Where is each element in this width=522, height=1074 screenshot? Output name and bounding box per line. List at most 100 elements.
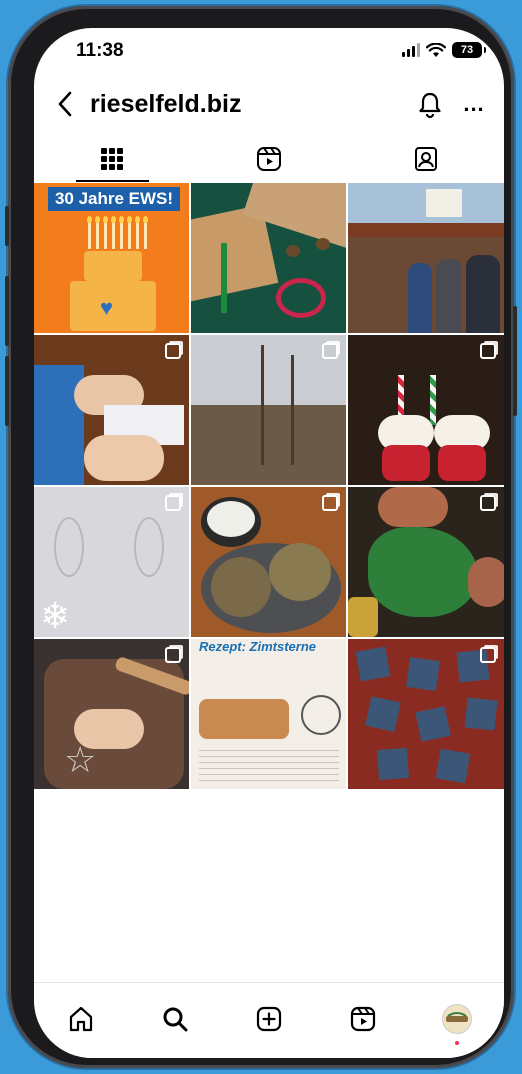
hand	[378, 487, 448, 527]
card	[365, 696, 401, 732]
person	[466, 255, 500, 333]
card	[415, 706, 451, 742]
tree	[261, 345, 264, 465]
walnut	[316, 238, 330, 250]
card	[464, 697, 498, 731]
cellular-signal-icon	[402, 43, 420, 57]
nav-add-post[interactable]	[251, 1001, 287, 1037]
jar	[348, 597, 378, 637]
post-tile[interactable]	[348, 335, 504, 485]
multiple-posts-icon	[480, 647, 496, 663]
dumpling	[211, 557, 271, 617]
profile-logo-icon	[446, 1012, 468, 1022]
boot	[438, 445, 486, 481]
home-icon	[69, 1006, 93, 1032]
tab-reels[interactable]	[191, 136, 348, 182]
post-tile[interactable]: ❄	[34, 487, 189, 637]
card	[355, 646, 391, 682]
phone-frame: 11:38 73 rieselfeld.biz ... 30 Jahre EWS…	[5, 6, 517, 1068]
ribbon	[221, 243, 227, 313]
recipe-title: Rezept: Zimtsterne	[199, 639, 317, 654]
power-button	[513, 306, 517, 416]
boot	[382, 445, 430, 481]
screen: 11:38 73 rieselfeld.biz ... 30 Jahre EWS…	[34, 28, 504, 1058]
footprint	[134, 517, 164, 577]
multiple-posts-icon	[165, 647, 181, 663]
recipe-text	[199, 745, 339, 785]
profile-tabs	[34, 136, 504, 182]
nav-reels[interactable]	[345, 1001, 381, 1037]
cake-top	[84, 251, 142, 281]
stall-roof	[348, 223, 504, 237]
post-tile[interactable]: Rezept: Zimtsterne	[191, 639, 346, 789]
person	[436, 259, 462, 333]
post-tile[interactable]	[191, 183, 346, 333]
multiple-posts-icon	[322, 495, 338, 511]
post-tile[interactable]: ☆	[34, 639, 189, 789]
post-tile[interactable]	[348, 183, 504, 333]
candles	[87, 216, 148, 249]
basil	[368, 527, 478, 617]
twine-roll	[276, 278, 326, 318]
avatar	[442, 1004, 472, 1034]
status-bar: 11:38 73	[34, 28, 504, 74]
status-time: 11:38	[76, 40, 124, 61]
add-post-icon	[256, 1006, 282, 1032]
chevron-left-icon	[58, 91, 72, 117]
stamp-logo	[301, 695, 341, 735]
post-tile[interactable]	[191, 487, 346, 637]
bottom-nav	[34, 982, 504, 1058]
status-icons: 73	[402, 42, 486, 58]
more-options-button[interactable]: ...	[458, 88, 490, 120]
notifications-button[interactable]	[414, 88, 446, 120]
heart-icon: ♥	[100, 295, 114, 320]
post-tile[interactable]: 30 Jahre EWS! ♥	[34, 183, 189, 333]
dumpling	[269, 543, 331, 601]
walnut	[286, 245, 300, 257]
multiple-posts-icon	[480, 343, 496, 359]
volume-up-button	[5, 276, 9, 346]
post-tile[interactable]	[348, 487, 504, 637]
card	[406, 657, 440, 691]
star-cutter: ☆	[64, 739, 97, 780]
battery-indicator: 73	[452, 42, 486, 58]
snowflake-icon: ❄	[40, 595, 71, 636]
post-tile[interactable]	[191, 335, 346, 485]
multiple-posts-icon	[480, 495, 496, 511]
footprint	[54, 517, 84, 577]
wifi-icon	[426, 42, 446, 57]
profile-header: rieselfeld.biz ...	[34, 80, 504, 130]
post-tile[interactable]	[348, 639, 504, 789]
tagged-person-icon	[414, 147, 437, 171]
multiple-posts-icon	[165, 343, 181, 359]
side-button	[5, 206, 9, 246]
card	[435, 748, 471, 784]
nav-profile[interactable]	[439, 1001, 475, 1045]
soil	[191, 405, 346, 485]
bell-icon	[419, 92, 441, 119]
sauce	[207, 501, 255, 537]
hand	[468, 557, 504, 607]
candy-cane	[430, 375, 436, 425]
tab-tagged[interactable]	[347, 136, 504, 182]
profile-username: rieselfeld.biz	[90, 90, 242, 118]
multiple-posts-icon	[165, 495, 181, 511]
search-icon	[163, 1007, 188, 1032]
nav-home[interactable]	[63, 1001, 99, 1037]
back-button[interactable]	[50, 86, 80, 122]
volume-down-button	[5, 356, 9, 426]
nav-search[interactable]	[157, 1001, 193, 1037]
tab-posts-grid[interactable]	[34, 136, 191, 182]
notification-dot	[455, 1041, 459, 1045]
post-banner-text: 30 Jahre EWS!	[48, 187, 180, 211]
posts-grid: 30 Jahre EWS! ♥ ❄ ☆ Rezept: Zimtsterne	[34, 183, 504, 981]
reels-icon	[257, 147, 281, 171]
grid-icon	[101, 148, 124, 170]
hand	[84, 435, 164, 481]
tree	[291, 355, 294, 465]
multiple-posts-icon	[322, 343, 338, 359]
reels-icon	[350, 1006, 376, 1032]
card	[376, 747, 410, 781]
cookies	[199, 699, 289, 739]
post-tile[interactable]	[34, 335, 189, 485]
